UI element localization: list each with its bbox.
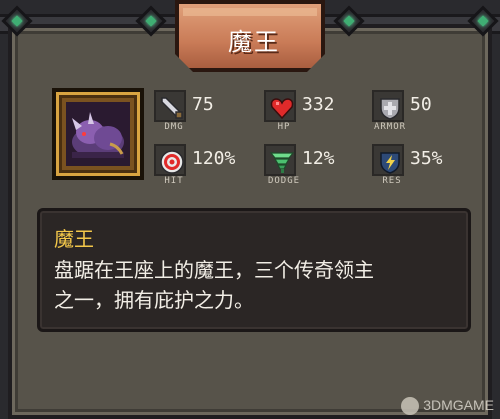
description-line: 盘踞在王座上的魔王，三个传奇领主: [54, 258, 374, 282]
sword-icon: [161, 97, 183, 119]
hp-value: 332: [302, 94, 335, 115]
dmg-label: DMG: [164, 122, 184, 132]
unit-title: 魔王: [228, 28, 280, 56]
description-box: 魔王 盘踞在王座上的魔王，三个传奇领主 之一，拥有庇护之力。: [37, 208, 471, 332]
dodge-value: 12%: [302, 148, 335, 169]
description-text: 盘踞在王座上的魔王，三个传奇领主 之一，拥有庇护之力。: [54, 255, 464, 315]
hit-label: HIT: [164, 176, 184, 186]
armor-value: 50: [410, 94, 432, 115]
dodge-label: DODGE: [267, 176, 301, 186]
resist-shield-icon: [380, 152, 400, 174]
title-banner: 魔王: [175, 0, 325, 72]
watermark-text: 3DMGAME: [423, 396, 494, 413]
tornado-icon: [269, 152, 295, 173]
dmg-value: 75: [192, 94, 214, 115]
description-line: 之一，拥有庇护之力。: [54, 288, 254, 312]
hit-value: 120%: [192, 148, 236, 169]
watermark: 3DMGAME: [401, 397, 494, 415]
heart-icon: [270, 98, 294, 120]
target-icon: [160, 150, 184, 174]
demon-king-portrait: [66, 102, 130, 166]
armor-label: ARMOR: [373, 122, 407, 132]
description-name: 魔王: [54, 227, 94, 251]
shield-icon: [380, 98, 400, 120]
watermark-logo-icon: [401, 397, 420, 415]
portrait-frame: [52, 88, 144, 180]
res-value: 35%: [410, 148, 443, 169]
hp-label: HP: [277, 122, 291, 132]
res-label: RES: [382, 176, 402, 186]
